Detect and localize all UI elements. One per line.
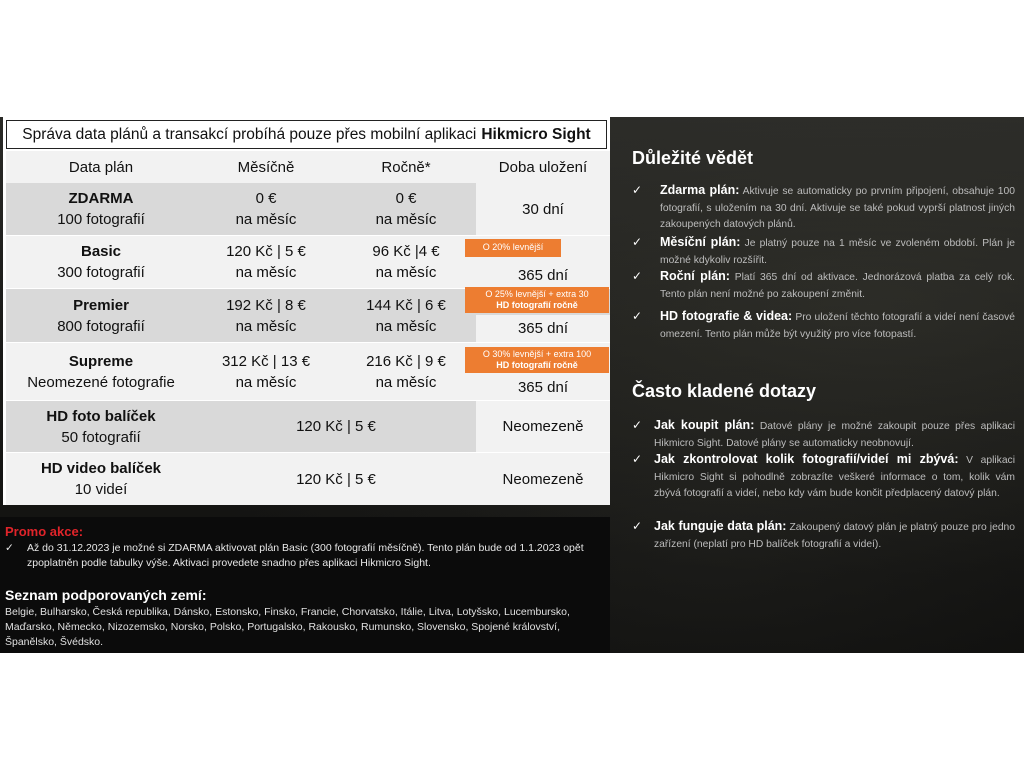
checkmark-icon: ✓: [5, 542, 14, 554]
monthly-price: 312 Kč | 13 €: [221, 352, 311, 370]
monthly-price: 192 Kč | 8 €: [226, 296, 306, 314]
checkmark-icon: ✓: [632, 452, 643, 466]
important-item-label: HD fotografie & videa:: [660, 309, 793, 323]
column-header-storage: Doba uložení: [498, 158, 588, 176]
column-header-yearly: Ročně*: [381, 158, 431, 176]
important-item: ✓ Měsíční plán: Je platný pouze na 1 měs…: [632, 233, 1015, 269]
yearly-price: 144 Kč | 6 €: [366, 296, 446, 314]
plan-name-cell: Supreme Neomezené fotografie: [6, 343, 196, 400]
plan-name: HD video balíček: [40, 460, 162, 477]
checkmark-icon: ✓: [632, 269, 643, 283]
checkmark-icon: ✓: [632, 183, 643, 197]
yearly-price-cell: 216 Kč | 9 € na měsíc: [336, 343, 476, 400]
yearly-price-cell: 96 Kč |4 € na měsíc: [336, 236, 476, 288]
table-title-app: Hikmicro Sight: [481, 125, 591, 143]
faq-title: Často kladené dotazy: [632, 381, 817, 401]
monthly-price-cell: 192 Kč | 8 € na měsíc: [196, 289, 336, 342]
discount-badge: O 25% levnější + extra 30 HD fotografií …: [465, 287, 609, 313]
plan-detail: 100 fotografií: [57, 211, 145, 228]
plan-name: HD foto balíček: [46, 407, 156, 425]
monthly-price: 0 €: [255, 190, 277, 207]
monthly-price-cell: 312 Kč | 13 € na měsíc: [196, 343, 336, 400]
plan-detail: 300 fotografií: [57, 264, 145, 281]
table-title: Správa data plánů a transakcí probíhá po…: [6, 120, 607, 149]
plan-name: ZDARMA: [68, 190, 134, 207]
plan-name-cell: HD foto balíček 50 fotografií: [6, 401, 196, 452]
checkmark-icon: ✓: [632, 309, 643, 323]
storage-cell: 30 dní: [476, 183, 610, 235]
countries-title: Seznam podporovaných zemí:: [5, 587, 207, 603]
plan-name-cell: HD video balíček 10 videí: [6, 453, 196, 505]
package-price: 120 Kč | 5 €: [296, 470, 376, 488]
yearly-price-cell: 144 Kč | 6 € na měsíc: [336, 289, 476, 342]
monthly-price-unit: na měsíc: [235, 373, 297, 391]
plan-detail: 10 videí: [74, 481, 128, 498]
plan-name-cell: Premier 800 fotografií: [6, 289, 196, 342]
yearly-price: 216 Kč | 9 €: [366, 352, 446, 370]
checkmark-icon: ✓: [632, 519, 643, 533]
storage-cell: 365 dní: [517, 266, 569, 284]
important-title: Důležité vědět: [632, 148, 754, 168]
discount-badge-bonus: HD fotografií ročně: [496, 360, 578, 370]
discount-badge-text: O 30% levnější + extra 100: [482, 348, 592, 359]
important-item-label: Zdarma plán:: [660, 183, 740, 197]
monthly-price-cell: 0 € na měsíc: [196, 183, 336, 235]
plan-name: Supreme: [68, 352, 134, 370]
monthly-price-cell: 120 Kč | 5 € na měsíc: [196, 236, 336, 288]
discount-badge: O 30% levnější + extra 100 HD fotografií…: [465, 347, 609, 373]
yearly-price-cell: 0 € na měsíc: [336, 183, 476, 235]
promo-text: Až do 31.12.2023 je možné si ZDARMA akti…: [27, 542, 584, 570]
storage-cell: Neomezeně: [502, 470, 584, 488]
plan-detail: 800 fotografií: [57, 317, 145, 335]
checkmark-icon: ✓: [632, 418, 643, 432]
promo-title: Promo akce:: [5, 524, 84, 539]
important-item: ✓ HD fotografie & videa: Pro uložení těc…: [632, 307, 1015, 343]
plan-detail: Neomezené fotografie: [27, 373, 175, 391]
faq-item: ✓ Jak zkontrolovat kolik fotografií/vide…: [632, 450, 1015, 502]
column-header-plan: Data plán: [68, 158, 134, 176]
important-item: ✓ Roční plán: Platí 365 dní od aktivace.…: [632, 267, 1015, 303]
yearly-price-unit: na měsíc: [375, 264, 437, 281]
plan-name-cell: Basic 300 fotografií: [6, 236, 196, 288]
yearly-price-unit: na měsíc: [375, 373, 437, 391]
important-item: ✓ Zdarma plán: Aktivuje se automaticky p…: [632, 181, 1015, 233]
discount-badge-bonus: HD fotografií ročně: [496, 300, 578, 310]
yearly-price-unit: na měsíc: [375, 317, 437, 335]
data-plan-table: Správa data plánů a transakcí probíhá po…: [3, 117, 610, 505]
storage-cell: 365 dní: [517, 378, 569, 396]
plan-name: Basic: [80, 243, 122, 260]
yearly-price: 0 €: [395, 190, 417, 207]
checkmark-icon: ✓: [632, 235, 643, 249]
discount-badge-text: O 25% levnější + extra 30: [485, 288, 589, 299]
plan-name-cell: ZDARMA 100 fotografií: [6, 183, 196, 235]
storage-cell: 365 dní: [476, 315, 610, 342]
monthly-price-unit: na měsíc: [235, 264, 297, 281]
yearly-price-unit: na měsíc: [375, 211, 437, 228]
column-header-monthly: Měsíčně: [237, 158, 295, 176]
faq-item-label: Jak koupit plán:: [654, 418, 755, 432]
promo-item: ✓ Až do 31.12.2023 je možné si ZDARMA ak…: [5, 541, 605, 571]
faq-item-label: Jak zkontrolovat kolik fotografií/videí …: [654, 452, 959, 466]
monthly-price-unit: na měsíc: [235, 317, 297, 335]
package-price: 120 Kč | 5 €: [296, 418, 376, 435]
faq-item-label: Jak funguje data plán:: [654, 519, 787, 533]
countries-list: Belgie, Bulharsko, Česká republika, Dáns…: [5, 606, 570, 649]
faq-item: ✓ Jak koupit plán: Datové plány je možné…: [632, 416, 1015, 452]
discount-badge: O 20% levnější: [465, 239, 561, 257]
important-item-label: Roční plán:: [660, 269, 730, 283]
plan-name: Premier: [73, 296, 129, 314]
faq-item: ✓ Jak funguje data plán: Zakoupený datov…: [632, 517, 1015, 553]
monthly-price: 120 Kč | 5 €: [226, 243, 306, 260]
slide: Správa data plánů a transakcí probíhá po…: [0, 117, 1024, 653]
table-title-text: Správa data plánů a transakcí probíhá po…: [22, 125, 477, 143]
storage-cell: Neomezeně: [476, 401, 610, 452]
plan-detail: 50 fotografií: [61, 428, 141, 446]
monthly-price-unit: na měsíc: [235, 211, 297, 228]
important-item-label: Měsíční plán:: [660, 235, 741, 249]
yearly-price: 96 Kč |4 €: [372, 243, 440, 260]
